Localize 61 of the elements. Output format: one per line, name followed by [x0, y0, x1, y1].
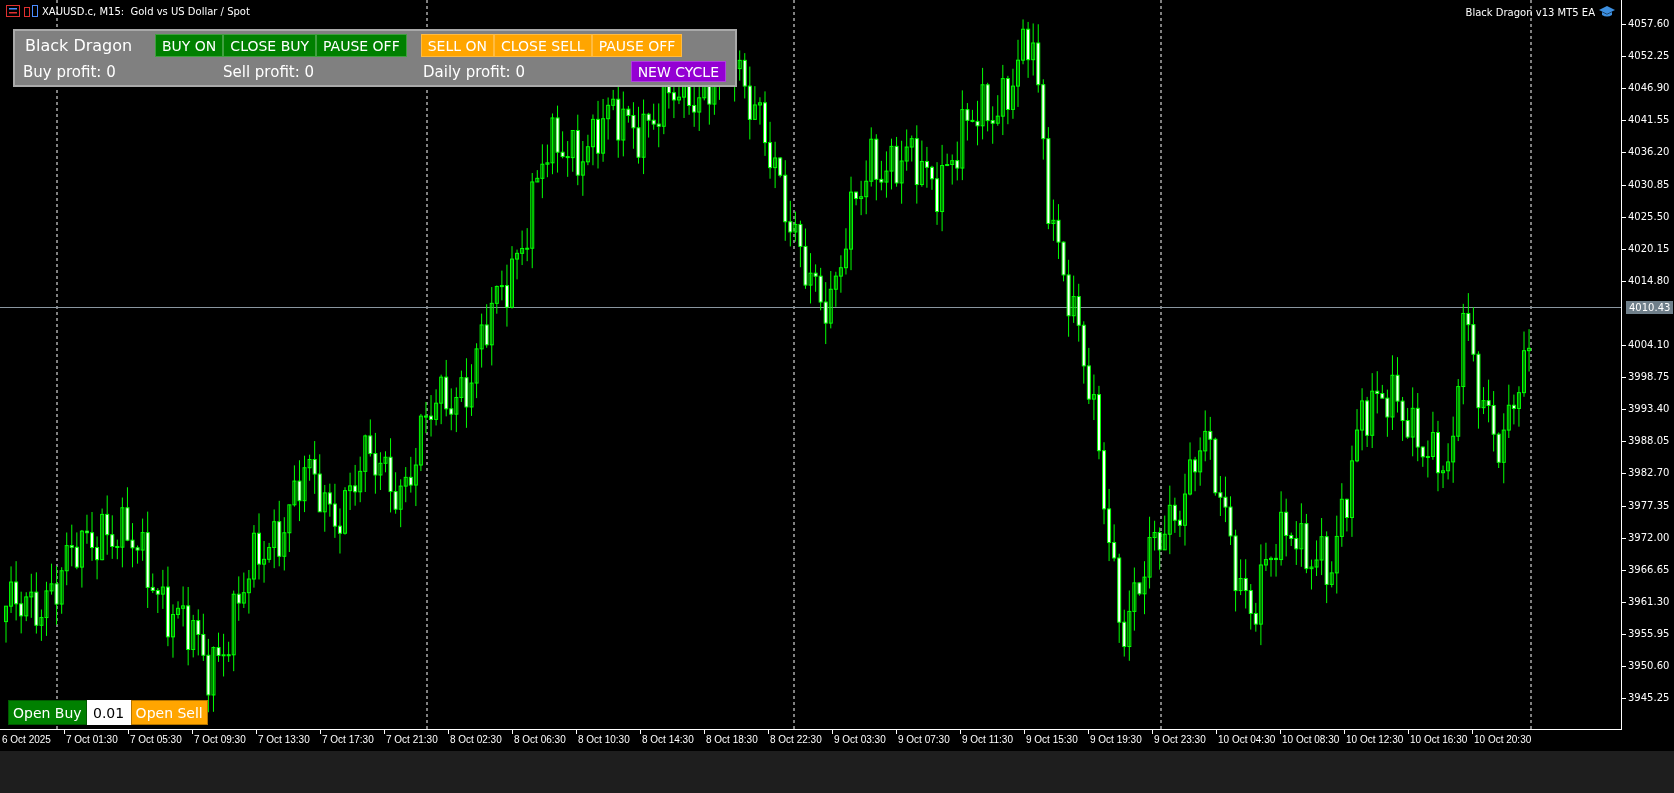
- price-label: 4046.90: [1622, 82, 1670, 95]
- time-label: 7 Oct 01:30: [66, 734, 118, 745]
- time-label: 10 Oct 16:30: [1410, 734, 1468, 745]
- expert-name: Black Dragon v13 MT5 EA: [1465, 6, 1595, 18]
- time-label: 8 Oct 06:30: [514, 734, 566, 745]
- lot-size-field[interactable]: 0.01: [86, 700, 131, 725]
- price-label: 3972.00: [1622, 531, 1670, 544]
- panel-button[interactable]: PAUSE OFF: [316, 34, 407, 57]
- price-label: 4036.20: [1622, 146, 1670, 159]
- time-label: 8 Oct 10:30: [578, 734, 630, 745]
- time-label: 9 Oct 15:30: [1026, 734, 1078, 745]
- new-cycle-button[interactable]: NEW CYCLE: [630, 61, 726, 82]
- price-label: 3988.05: [1622, 435, 1670, 448]
- price-label: 4052.25: [1622, 50, 1670, 63]
- time-label: 7 Oct 17:30: [322, 734, 374, 745]
- graduation-cap-icon[interactable]: [1599, 6, 1615, 18]
- time-label: 8 Oct 02:30: [450, 734, 502, 745]
- price-label: 3998.75: [1622, 371, 1670, 384]
- price-label: 3982.70: [1622, 467, 1670, 480]
- price-label: 4025.50: [1622, 210, 1670, 223]
- time-label: 10 Oct 04:30: [1218, 734, 1276, 745]
- open-buy-button[interactable]: Open Buy: [8, 700, 87, 725]
- time-label: 10 Oct 20:30: [1474, 734, 1532, 745]
- profit-label: Daily profit: 0: [423, 62, 526, 81]
- time-label: 10 Oct 12:30: [1346, 734, 1404, 745]
- profit-label: Sell profit: 0: [223, 62, 316, 81]
- profit-label: Buy profit: 0: [23, 62, 117, 81]
- price-label: 4057.60: [1622, 18, 1670, 30]
- price-label: 4020.15: [1622, 242, 1670, 255]
- price-label: 3945.25: [1622, 692, 1670, 705]
- price-label: 4030.85: [1622, 178, 1670, 191]
- price-label: 4004.10: [1622, 339, 1670, 351]
- price-label: 3950.60: [1622, 660, 1670, 672]
- chart-icon[interactable]: [24, 5, 38, 17]
- time-label: 8 Oct 22:30: [770, 734, 822, 745]
- chart-symbol-title: XAUUSD.c, M15: Gold vs US Dollar / Spot: [42, 5, 250, 17]
- time-label: 7 Oct 13:30: [258, 734, 310, 745]
- time-label: 9 Oct 07:30: [898, 734, 950, 745]
- time-label: 7 Oct 21:30: [386, 734, 438, 745]
- price-label: 3966.65: [1622, 563, 1670, 576]
- current-price-label: 4010.43: [1626, 301, 1674, 314]
- time-label: 9 Oct 23:30: [1154, 734, 1206, 745]
- price-label: 4014.80: [1622, 274, 1670, 287]
- price-label: 3955.95: [1622, 627, 1670, 640]
- time-label: 8 Oct 14:30: [642, 734, 694, 745]
- time-label: 7 Oct 09:30: [194, 734, 246, 745]
- price-label: 3961.30: [1622, 595, 1670, 608]
- price-label: 4041.55: [1622, 114, 1670, 127]
- time-label: 9 Oct 11:30: [962, 734, 1013, 745]
- panel-title: Black Dragon: [24, 36, 134, 55]
- time-label: 10 Oct 08:30: [1282, 734, 1340, 745]
- time-label: 9 Oct 19:30: [1090, 734, 1142, 745]
- time-label: 9 Oct 03:30: [834, 734, 886, 745]
- panel-button[interactable]: CLOSE BUY: [223, 34, 317, 57]
- time-label: 8 Oct 18:30: [706, 734, 758, 745]
- price-label: 3993.40: [1622, 403, 1670, 416]
- price-label: 3977.35: [1622, 499, 1670, 512]
- panel-button[interactable]: BUY ON: [155, 34, 224, 57]
- time-label: 6 Oct 2025: [2, 734, 51, 745]
- list-icon[interactable]: [6, 5, 20, 17]
- time-label: 7 Oct 05:30: [130, 734, 182, 745]
